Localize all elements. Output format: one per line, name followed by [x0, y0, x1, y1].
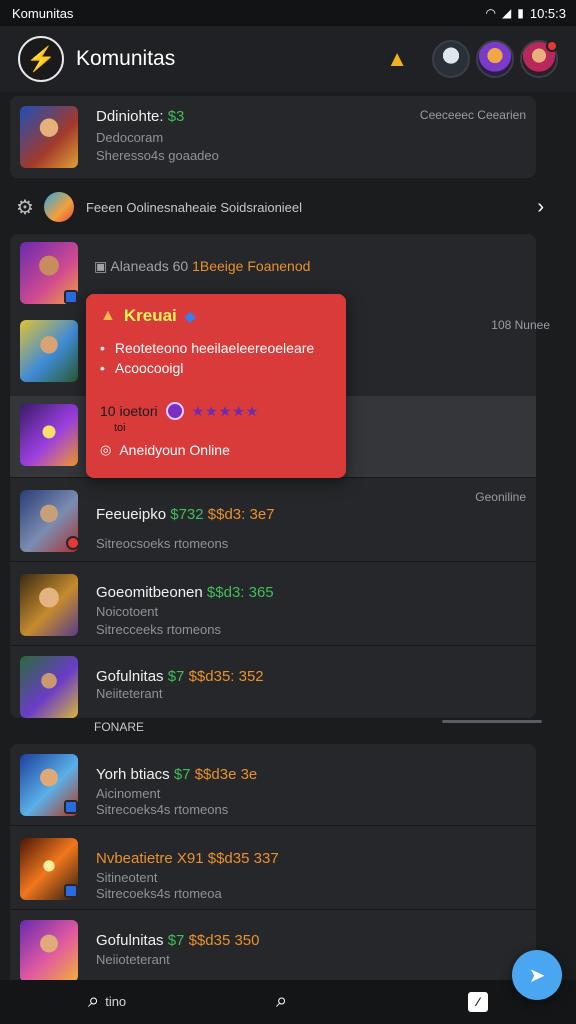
unread-dot-icon [546, 40, 558, 52]
community-subtitle: Dedocoram [96, 130, 164, 145]
popup-header: ▲ Kreuai ◆ [100, 306, 332, 326]
popup-bullets: Reoteteono heeilaeleereoeleare Acoocooig… [100, 338, 332, 378]
status-time: 10:5:3 [529, 5, 566, 21]
community-avatar [20, 106, 78, 168]
verified-badge-icon [64, 290, 78, 304]
status-carrier: Komunitas [12, 5, 74, 21]
popup-bullet: Reoteteono heeilaeleereoeleare [100, 338, 332, 358]
nav-search-button[interactable]: ⌕ tino [88, 990, 126, 1013]
list-item-title: Gofulnitas $7 $$d35: 352 [96, 668, 264, 685]
search-icon: ⌕ [276, 990, 288, 1012]
list-item-avatar [20, 574, 78, 636]
popup-rating-row: 10 ioetori ★★★★★ [100, 402, 332, 420]
list-item-status: Geoniline [475, 490, 526, 504]
settings-banner[interactable]: ⚙ Feeen Oolinesnaheaie Soidsraionieel › [10, 186, 550, 228]
chevron-right-icon[interactable]: › [537, 196, 544, 219]
list-item-avatar [20, 656, 78, 718]
folder-icon: ▣ [94, 258, 111, 274]
list-item-meta: Sitrecoeks4s rtomeons [96, 802, 229, 817]
list-item-title: Gofulnitas $7 $$d35 350 [96, 932, 260, 949]
compose-fab-button[interactable]: ➤ [512, 950, 562, 1000]
avatar-user-2[interactable] [476, 40, 514, 78]
popup-rating-text: 10 ioetori [100, 403, 158, 419]
battery-icon: ▮ [517, 6, 524, 20]
status-bar: Komunitas ◠ ◢ ▮ 10:5:3 [0, 0, 576, 26]
list-item[interactable]: Goeomitbeonen $$d3: 365 Noicotoent Sitre… [10, 564, 536, 646]
wifi-icon: ◠ [485, 6, 496, 20]
verified-badge-icon [64, 800, 78, 814]
community-popup-card[interactable]: ▲ Kreuai ◆ Reoteteono heeilaeleereoelear… [86, 294, 346, 478]
list-item[interactable]: Yorh btiacs $7 $$d3e 3e Aicinoment Sitre… [10, 744, 536, 826]
signal-icon: ◢ [502, 6, 512, 20]
list-item-meta: Sitreocsoeks rtomeons [96, 536, 229, 551]
list-item-title: Yorh btiacs $7 $$d3e 3e [96, 766, 258, 783]
group-avatar-3[interactable] [20, 404, 78, 466]
section-divider [442, 720, 542, 723]
section-label: FONARE [94, 720, 145, 734]
community-status: Ceeceeec Ceearien [419, 108, 526, 122]
list-item[interactable]: Nvbeatietre X91 $$d35 337 Sitineotent Si… [10, 828, 536, 910]
list-item[interactable]: Gofulnitas $7 $$d35: 352 Neiiteterant [10, 648, 536, 718]
community-title: Ddiniohte: $3 [96, 108, 185, 125]
avatar-user-3[interactable] [520, 40, 558, 78]
list-item-subtitle: Neiiteterant [96, 686, 163, 701]
banner-text: Feeen Oolinesnaheaie Soidsraionieel [85, 199, 303, 215]
app-bar: ⚡ Komunitas ▲ [0, 26, 576, 92]
send-icon: ➤ [528, 964, 546, 987]
edit-icon: ⁄ [468, 992, 488, 1012]
list-item-title: Goeomitbeonen $$d3: 365 [96, 584, 274, 601]
popup-bullet: Acoocooigl [100, 358, 332, 378]
app-logo-icon[interactable]: ⚡ [18, 36, 64, 82]
notification-bell-icon[interactable]: ▲ [386, 46, 408, 72]
verified-badge-icon [64, 884, 78, 898]
list-item[interactable]: Gofulnitas $7 $$d35 350 Neiioteterant [10, 912, 536, 982]
group-folder-line: ▣ Alaneads 60 1Beeige Foanenod [94, 258, 311, 274]
list-item-subtitle: Sitineotent [96, 870, 158, 885]
community-meta: Sheresso4s goaadeo [96, 148, 219, 163]
list-item-title: Nvbeatietre X91 $$d35 337 [96, 850, 279, 867]
rank-badge-icon [165, 402, 184, 420]
flame-icon: ▲ [100, 307, 116, 324]
list-item-subtitle: Noicotoent [96, 604, 159, 619]
avatar-user-1[interactable] [432, 40, 470, 78]
verified-icon: ◆ [184, 307, 196, 324]
nav-explore-button[interactable]: ⌕ [276, 990, 287, 1013]
popup-online-row[interactable]: ◎ Aneidyoun Online [100, 442, 332, 458]
list-item-subtitle: Neiioteterant [96, 952, 170, 967]
nav-search-label: tino [105, 994, 127, 1009]
group-avatar-2[interactable] [20, 320, 78, 382]
rating-stars: ★★★★★ [191, 402, 260, 419]
status-right: ◠ ◢ ▮ 10:5:3 [486, 6, 566, 21]
page-title: Komunitas [76, 47, 176, 70]
globe-icon [43, 192, 74, 222]
online-status-icon: ◎ [100, 442, 112, 457]
popup-online-text: Aneidyoun Online [119, 442, 230, 458]
pinned-community-card[interactable]: Ddiniohte: $3 Dedocoram Sheresso4s goaad… [10, 96, 536, 178]
alert-badge-icon [66, 536, 80, 550]
bottom-navigation: ⌕ tino ⌕ ⁄ [0, 980, 576, 1024]
list-item-avatar [20, 920, 78, 982]
list-item[interactable]: Feeueipko $732 $$d3: 3e7 Sitreocsoeks rt… [10, 480, 536, 562]
gear-icon[interactable]: ⚙ [16, 195, 34, 220]
list-item-meta: Sitrecceeks rtomeons [96, 622, 221, 637]
popup-small-text: toi [114, 422, 126, 434]
nav-compose-button[interactable]: ⁄ [468, 992, 488, 1012]
group-members-count: 108 Nunee [491, 318, 550, 332]
search-icon: ⌕ [88, 990, 100, 1012]
popup-title: Kreuai [123, 306, 177, 325]
list-item-meta: Sitrecoeks4s rtomeoa [96, 886, 222, 901]
list-item-subtitle: Aicinoment [96, 786, 161, 801]
list-item-title: Feeueipko $732 $$d3: 3e7 [96, 506, 275, 523]
